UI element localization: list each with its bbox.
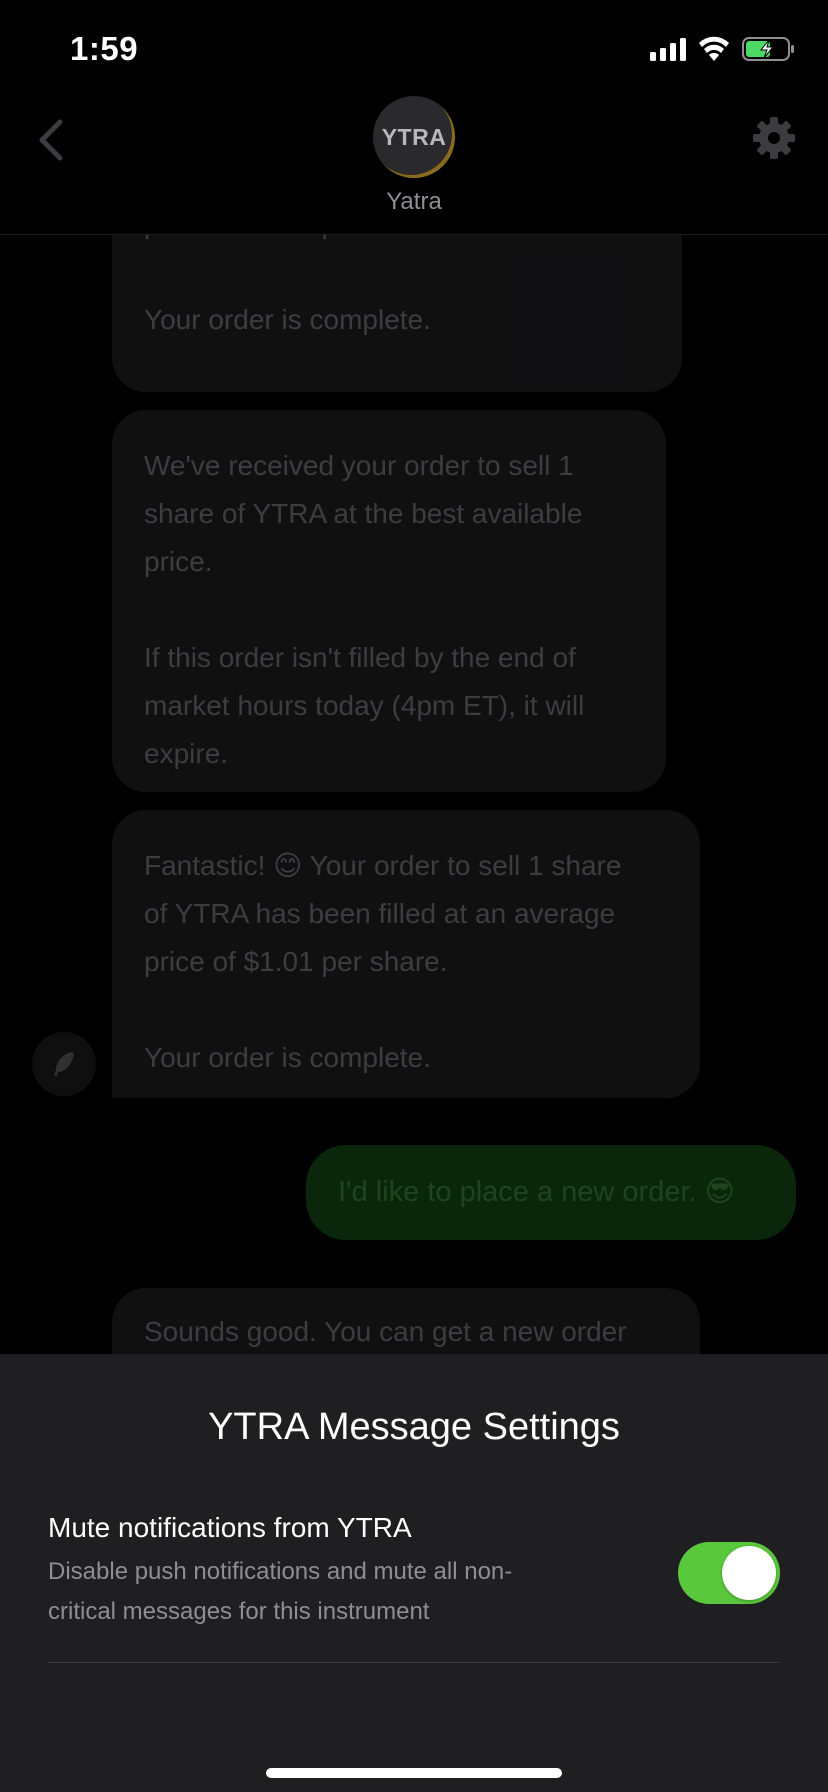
- robinhood-avatar: [32, 1032, 96, 1096]
- setting-label: Mute notifications from YTRA: [48, 1512, 412, 1543]
- mute-notifications-row[interactable]: Mute notifications from YTRA Disable pus…: [48, 1512, 780, 1663]
- feather-icon: [54, 1052, 74, 1076]
- gear-icon: [753, 117, 795, 159]
- mute-toggle[interactable]: [678, 1542, 780, 1604]
- home-indicator: [266, 1768, 562, 1778]
- avatar-text: YTRA: [381, 123, 447, 150]
- back-button[interactable]: [20, 110, 80, 170]
- message-bubble: Fantastic! 😊 Your order to sell 1 share …: [112, 810, 700, 1098]
- settings-button[interactable]: [744, 108, 804, 168]
- sheet-title: YTRA Message Settings: [208, 1406, 620, 1448]
- back-chevron-icon: [39, 119, 63, 161]
- message-text: Fantastic! 😊 Your order to sell 1 share …: [144, 850, 622, 1073]
- setting-description: Disable push notifications and mute all …: [48, 1558, 513, 1625]
- chat-header: YTRA Yatra: [0, 96, 828, 235]
- instrument-avatar[interactable]: YTRA: [373, 96, 455, 178]
- toggle-knob: [722, 1546, 776, 1600]
- instrument-name: Yatra: [386, 188, 442, 215]
- app-screen: 1:59 price of $1.01 per share. Your orde…: [0, 0, 828, 1792]
- settings-sheet: YTRA Message Settings Mute notifications…: [0, 1354, 828, 1792]
- message-bubble: We've received your order to sell 1 shar…: [112, 410, 666, 792]
- message-text: We've received your order to sell 1 shar…: [144, 450, 585, 769]
- user-message-bubble: I'd like to place a new order. 😎: [306, 1145, 796, 1240]
- message-text: Sounds good. You can get a new order: [144, 1316, 627, 1347]
